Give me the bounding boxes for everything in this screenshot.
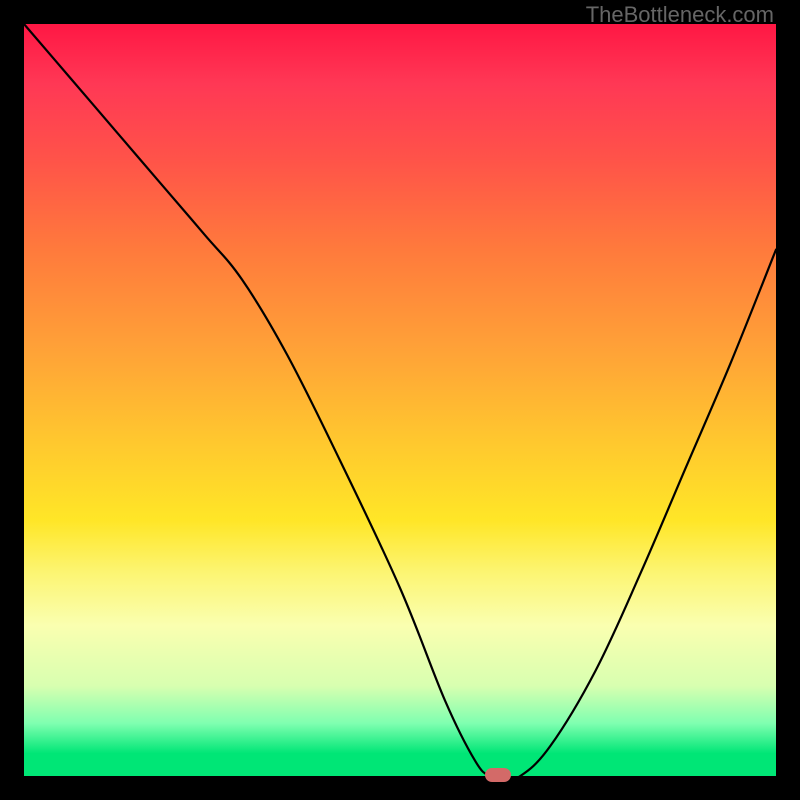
chart-frame: TheBottleneck.com [0, 0, 800, 800]
plot-area [24, 24, 776, 776]
optimal-point-marker [485, 768, 511, 782]
bottleneck-curve [24, 24, 776, 776]
